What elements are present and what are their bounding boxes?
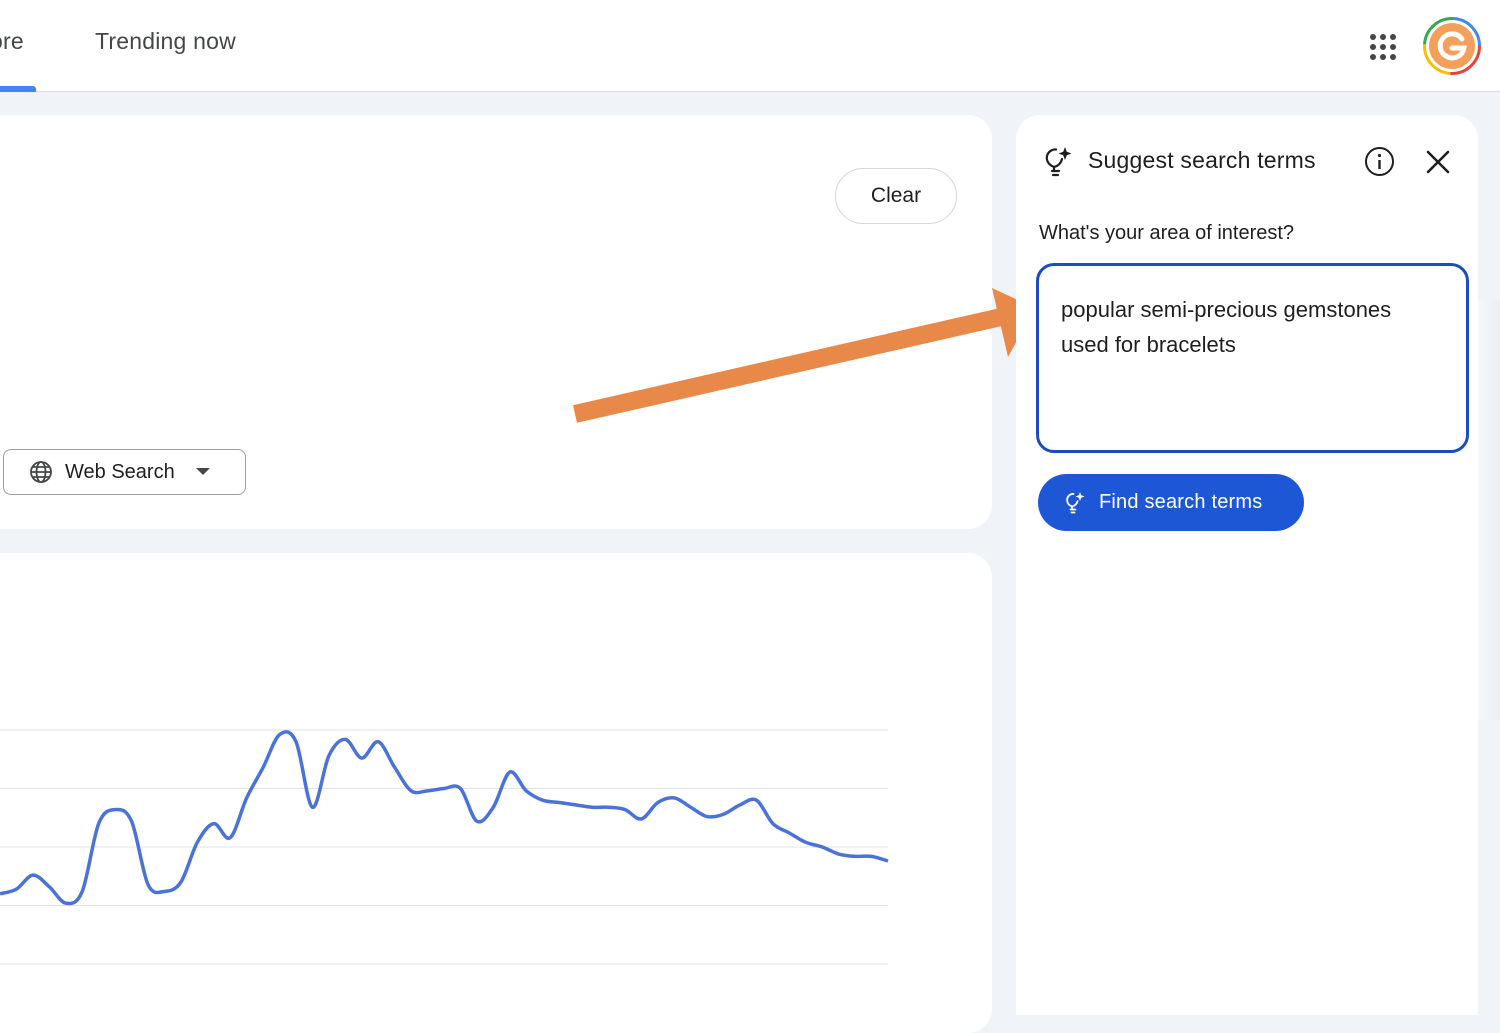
page-edge-shadow <box>1478 300 1500 720</box>
chart-data-point[interactable] <box>409 789 413 793</box>
chart-data-point[interactable] <box>245 796 249 800</box>
chart-data-point[interactable] <box>343 737 347 741</box>
find-search-terms-label: Find search terms <box>1099 491 1263 513</box>
chart-data-point[interactable] <box>261 765 265 769</box>
chart-data-point[interactable] <box>14 887 18 891</box>
sparkle-lightbulb-icon <box>1045 147 1072 177</box>
chart-data-point[interactable] <box>689 805 693 809</box>
info-icon[interactable] <box>1364 146 1395 177</box>
chart-data-point[interactable] <box>442 787 446 791</box>
chart-data-point[interactable] <box>705 815 709 819</box>
chart-data-point[interactable] <box>820 845 824 849</box>
chart-data-point[interactable] <box>804 840 808 844</box>
chart-data-point[interactable] <box>853 854 857 858</box>
tab-trending-now[interactable]: Trending now <box>95 28 236 55</box>
chart-data-point[interactable] <box>426 789 430 793</box>
chart-data-point[interactable] <box>47 885 51 889</box>
chart-data-point[interactable] <box>130 819 134 823</box>
chart-data-point[interactable] <box>606 805 610 809</box>
chart-data-point[interactable] <box>870 854 874 858</box>
clear-button[interactable]: Clear <box>835 168 957 224</box>
area-of-interest-label: What's your area of interest? <box>1039 222 1295 244</box>
chart-data-point[interactable] <box>179 880 183 884</box>
chart-data-point[interactable] <box>524 789 528 793</box>
top-navigation-bar: ore Trending now <box>0 0 1500 92</box>
active-tab-indicator <box>0 86 36 92</box>
chart-data-point[interactable] <box>376 740 380 744</box>
globe-icon <box>30 461 52 483</box>
find-search-terms-button[interactable]: Find search terms <box>1038 474 1304 531</box>
chart-data-point[interactable] <box>458 787 462 791</box>
chart-data-point[interactable] <box>195 840 199 844</box>
chart-data-point[interactable] <box>393 765 397 769</box>
chevron-down-icon <box>195 468 210 475</box>
chart-data-point[interactable] <box>31 873 35 877</box>
tab-explore[interactable]: ore <box>0 28 24 55</box>
chart-data-point[interactable] <box>310 805 314 809</box>
chart-data-point[interactable] <box>590 805 594 809</box>
chart-data-point[interactable] <box>771 822 775 826</box>
close-icon[interactable] <box>1425 149 1451 175</box>
chart-data-point[interactable] <box>738 803 742 807</box>
chart-data-point[interactable] <box>672 796 676 800</box>
chart-data-point[interactable] <box>80 889 84 893</box>
chart-data-point[interactable] <box>64 901 68 905</box>
web-search-dropdown[interactable]: Web Search <box>3 449 246 495</box>
chart-data-point[interactable] <box>541 798 545 802</box>
chart-data-point[interactable] <box>97 822 101 826</box>
chart-data-point[interactable] <box>162 889 166 893</box>
chart-data-point[interactable] <box>146 882 150 886</box>
chart-data-point[interactable] <box>656 801 660 805</box>
chart-data-point[interactable] <box>491 805 495 809</box>
chart-data-point[interactable] <box>639 817 643 821</box>
chart-data-point[interactable] <box>886 859 890 863</box>
area-of-interest-input[interactable]: popular semi-precious gemstones used for… <box>1036 263 1469 453</box>
google-account-avatar-icon[interactable] <box>1423 17 1481 75</box>
chart-data-point[interactable] <box>294 740 298 744</box>
chart-data-point[interactable] <box>278 733 282 737</box>
chart-data-point[interactable] <box>113 808 117 812</box>
chart-data-point[interactable] <box>212 822 216 826</box>
chart-data-point[interactable] <box>574 803 578 807</box>
panel-title: Suggest search terms <box>1088 147 1316 173</box>
chart-data-point[interactable] <box>754 798 758 802</box>
chart-data-point[interactable] <box>327 754 331 758</box>
web-search-label: Web Search <box>65 460 175 483</box>
chart-data-point[interactable] <box>787 831 791 835</box>
chart-data-point[interactable] <box>837 852 841 856</box>
chart-data-point[interactable] <box>360 756 364 760</box>
chart-series-line <box>0 730 889 906</box>
chart-data-point[interactable] <box>228 836 232 840</box>
chart-data-point[interactable] <box>508 770 512 774</box>
chart-data-point[interactable] <box>722 812 726 816</box>
chart-data-point[interactable] <box>475 819 479 823</box>
chart-data-point[interactable] <box>557 801 561 805</box>
apps-grid-icon[interactable] <box>1369 33 1397 61</box>
sparkle-lightbulb-icon <box>1066 491 1085 513</box>
chart-data-point[interactable] <box>623 808 627 812</box>
suggest-search-terms-panel <box>1016 115 1478 1015</box>
interest-over-time-chart <box>0 729 890 965</box>
